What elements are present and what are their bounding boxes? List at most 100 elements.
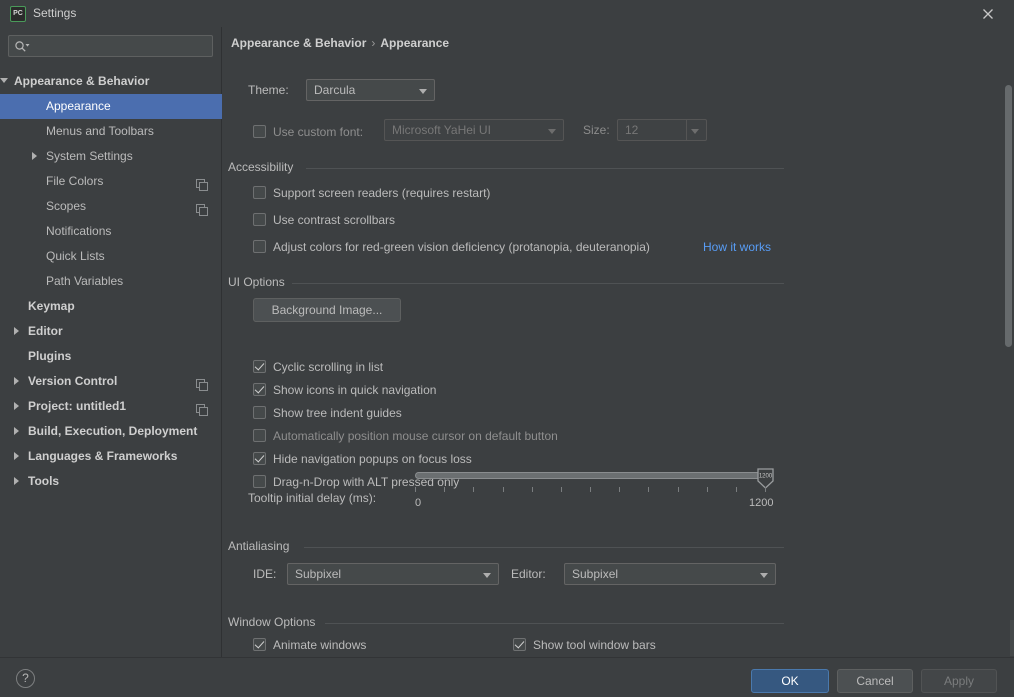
checkbox-box — [253, 452, 266, 465]
slider-tick — [678, 487, 679, 492]
chevron-right-icon[interactable] — [32, 152, 37, 160]
sidebar-item-version-control[interactable]: Version Control — [0, 369, 222, 394]
checkbox-box — [253, 383, 266, 396]
sidebar-item-label: Project: untitled1 — [28, 399, 127, 413]
sidebar-item-label: Keymap — [28, 299, 75, 313]
show-tool-window-bars-checkbox[interactable]: Show tool window bars — [513, 636, 656, 654]
slider-tick — [415, 487, 416, 492]
sidebar-item-system-settings[interactable]: System Settings — [0, 144, 222, 169]
sidebar-item-scopes[interactable]: Scopes — [0, 194, 222, 219]
auto-position-cursor-checkbox[interactable]: Automatically position mouse cursor on d… — [253, 427, 558, 445]
sidebar-item-appearance[interactable]: Appearance — [0, 94, 222, 119]
tooltip-delay-slider[interactable] — [415, 472, 765, 479]
checkbox-box — [253, 638, 266, 651]
theme-value: Darcula — [314, 83, 356, 97]
sidebar-item-plugins[interactable]: Plugins — [0, 344, 222, 369]
sidebar-item-label: Languages & Frameworks — [28, 449, 178, 463]
checkbox-box — [253, 360, 266, 373]
sidebar-item-build-execution-deployment[interactable]: Build, Execution, Deployment — [0, 419, 222, 444]
chevron-right-icon[interactable] — [14, 377, 19, 385]
checkbox-label: Use contrast scrollbars — [273, 213, 396, 227]
sidebar-item-keymap[interactable]: Keymap — [0, 294, 222, 319]
window-title: Settings — [33, 6, 77, 20]
slider-thumb[interactable]: 1200 — [757, 468, 774, 489]
sidebar-item-languages-frameworks[interactable]: Languages & Frameworks — [0, 444, 222, 469]
hide-nav-popups-checkbox[interactable]: Hide navigation popups on focus loss — [253, 450, 472, 468]
accessibility-section: Accessibility — [228, 160, 784, 174]
checkbox-label: Adjust colors for red-green vision defic… — [273, 240, 650, 254]
slider-tick — [503, 487, 504, 492]
search-input[interactable] — [35, 36, 210, 56]
sidebar-item-label: Quick Lists — [46, 249, 105, 263]
vertical-scrollbar-thumb[interactable] — [1005, 85, 1012, 347]
chevron-down-icon — [760, 573, 768, 578]
breadcrumb-root[interactable]: Appearance & Behavior — [231, 36, 366, 50]
font-size-field[interactable]: 12 — [617, 119, 707, 141]
sidebar-item-notifications[interactable]: Notifications — [0, 219, 222, 244]
sidebar-item-label: Scopes — [46, 199, 87, 213]
slider-tick — [707, 487, 708, 492]
search-icon — [14, 40, 30, 57]
settings-dialog: PC Settings Appearance & Behavior Appeara… — [0, 0, 1014, 697]
svg-text:1200: 1200 — [759, 474, 773, 480]
checkbox-box — [253, 213, 266, 226]
ui-options-title: UI Options — [228, 275, 285, 289]
antialiasing-title: Antialiasing — [228, 539, 290, 553]
custom-font-select[interactable]: Microsoft YaHei UI — [384, 119, 564, 141]
editor-antialiasing-label: Editor: — [511, 567, 546, 581]
cancel-button[interactable]: Cancel — [837, 669, 913, 693]
sidebar-item-appearance-behavior[interactable]: Appearance & Behavior — [0, 69, 222, 94]
sidebar-item-path-variables[interactable]: Path Variables — [0, 269, 222, 294]
sidebar-item-label: System Settings — [46, 149, 133, 163]
chevron-right-icon[interactable] — [14, 427, 19, 435]
window-options-section: Window Options — [228, 615, 784, 629]
search-box[interactable] — [8, 35, 213, 57]
sidebar-item-label: Editor — [28, 324, 63, 338]
sidebar-item-label: Version Control — [28, 374, 118, 388]
sidebar-item-file-colors[interactable]: File Colors — [0, 169, 222, 194]
animate-windows-checkbox[interactable]: Animate windows — [253, 636, 366, 654]
cyclic-scrolling-checkbox[interactable]: Cyclic scrolling in list — [253, 358, 383, 376]
sidebar-item-label: Tools — [28, 474, 60, 488]
checkbox-label: Show icons in quick navigation — [273, 383, 437, 397]
chevron-right-icon[interactable] — [14, 452, 19, 460]
apply-button[interactable]: Apply — [921, 669, 997, 693]
chevron-right-icon[interactable] — [14, 477, 19, 485]
editor-antialiasing-select[interactable]: Subpixel — [564, 563, 776, 585]
adjust-colors-deficiency-checkbox[interactable]: Adjust colors for red-green vision defic… — [253, 238, 650, 256]
sidebar-item-label: Plugins — [28, 349, 72, 363]
title-bar: PC Settings — [0, 0, 1014, 27]
background-image-button[interactable]: Background Image... — [253, 298, 401, 322]
section-divider — [304, 547, 784, 548]
theme-select[interactable]: Darcula — [306, 79, 435, 101]
chevron-right-icon[interactable] — [14, 327, 19, 335]
sidebar-item-label: Path Variables — [46, 274, 124, 288]
show-tree-indent-guides-checkbox[interactable]: Show tree indent guides — [253, 404, 402, 422]
sidebar-item-project-untitled1[interactable]: Project: untitled1 — [0, 394, 222, 419]
use-contrast-scrollbars-checkbox[interactable]: Use contrast scrollbars — [253, 211, 395, 229]
support-screen-readers-checkbox[interactable]: Support screen readers (requires restart… — [253, 184, 490, 202]
chevron-right-icon[interactable] — [14, 402, 19, 410]
ide-antialiasing-label: IDE: — [253, 567, 277, 581]
sidebar-item-menus-and-toolbars[interactable]: Menus and Toolbars — [0, 119, 222, 144]
settings-tree: Appearance & Behavior Appearance Menus and… — [0, 69, 222, 494]
checkbox-box — [253, 475, 266, 488]
how-it-works-link[interactable]: How it works — [703, 238, 771, 256]
ide-antialiasing-select[interactable]: Subpixel — [287, 563, 499, 585]
chevron-down-icon[interactable] — [0, 78, 8, 83]
close-icon[interactable] — [980, 6, 996, 22]
sidebar-item-tools[interactable]: Tools — [0, 469, 222, 494]
slider-tick — [473, 487, 474, 492]
ok-button[interactable]: OK — [751, 669, 829, 693]
show-icons-quick-nav-checkbox[interactable]: Show icons in quick navigation — [253, 381, 436, 399]
editor-antialiasing-value: Subpixel — [572, 567, 619, 581]
accessibility-title: Accessibility — [228, 160, 294, 174]
sidebar-item-quick-lists[interactable]: Quick Lists — [0, 244, 222, 269]
checkbox-box — [253, 125, 266, 138]
help-button[interactable]: ? — [16, 669, 35, 688]
chevron-down-icon — [483, 573, 491, 578]
sidebar-item-editor[interactable]: Editor — [0, 319, 222, 344]
window-options-title: Window Options — [228, 615, 316, 629]
font-size-value: 12 — [625, 123, 639, 137]
use-custom-font-checkbox[interactable]: Use custom font: — [253, 123, 363, 141]
